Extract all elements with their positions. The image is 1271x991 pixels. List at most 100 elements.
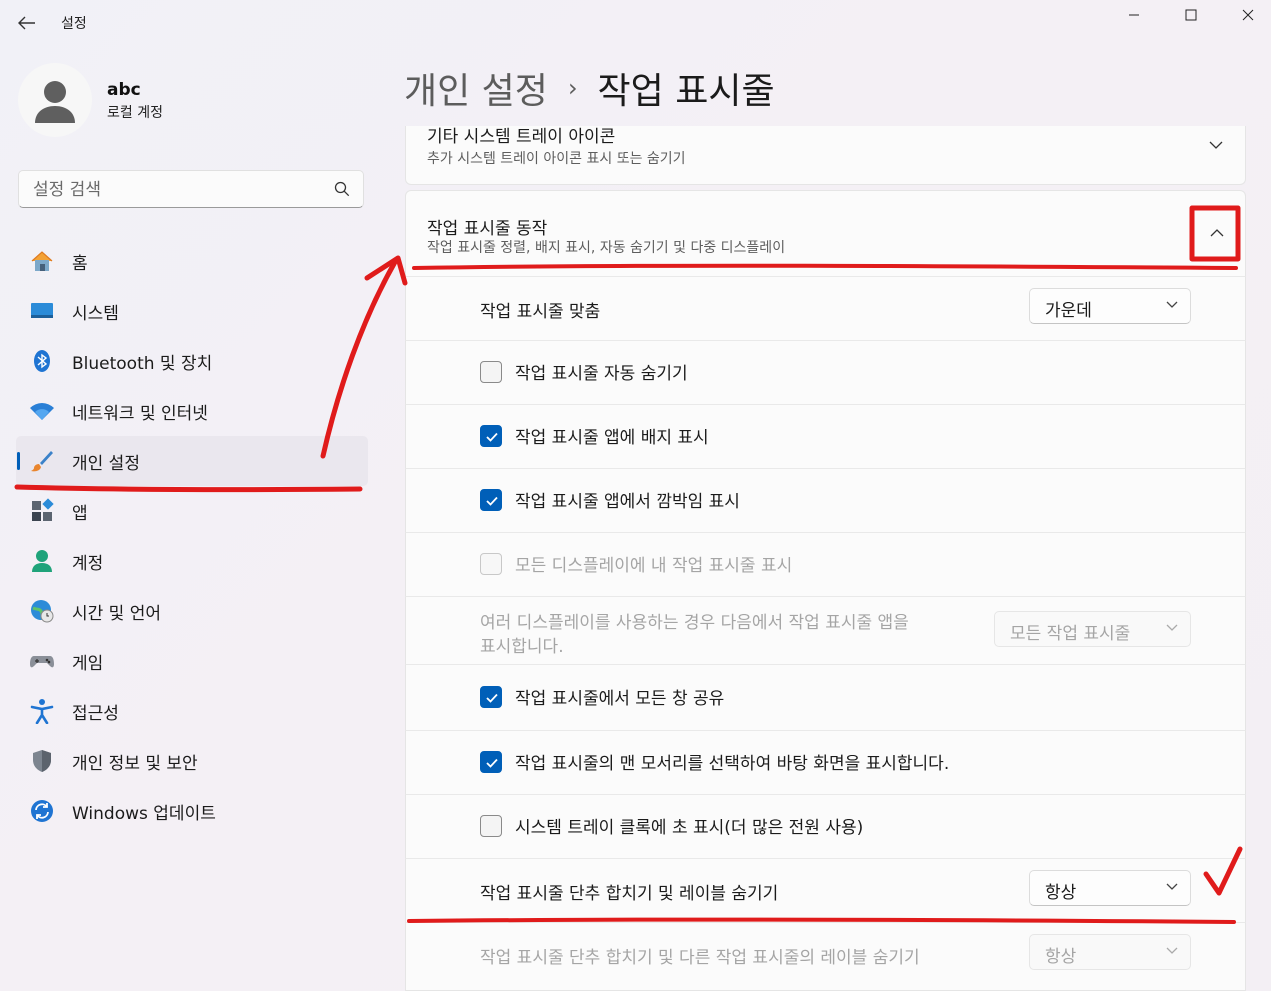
section-subtitle: 작업 표시줄 정렬, 배지 표시, 자동 숨기기 및 다중 디스플레이 [427, 240, 786, 256]
share-window-checkbox[interactable] [480, 686, 502, 708]
sidebar-item-apps[interactable]: 앱 [16, 486, 368, 536]
sidebar-item-label: 계정 [72, 553, 104, 574]
combine-buttons-label: 작업 표시줄 단추 합치기 및 레이블 숨기기 [480, 884, 779, 904]
shield-icon [28, 747, 56, 775]
dropdown-value: 항상 [1045, 883, 1077, 903]
collapse-button[interactable] [1199, 215, 1235, 251]
search-box[interactable] [18, 170, 364, 208]
arrow-left-icon [18, 16, 35, 30]
bluetooth-icon [28, 347, 56, 375]
annotation-arrowhead [364, 255, 408, 286]
alignment-row: 작업 표시줄 맞춤 가운데 [405, 276, 1246, 340]
taskbar-behaviors-section[interactable]: 작업 표시줄 동작 작업 표시줄 정렬, 배지 표시, 자동 숨기기 및 다중 … [405, 190, 1246, 277]
paintbrush-icon [28, 447, 56, 475]
close-button[interactable] [1225, 0, 1271, 30]
breadcrumb: 개인 설정 › 작업 표시줄 [404, 62, 775, 114]
combine-buttons-dropdown[interactable]: 항상 [1029, 870, 1191, 906]
user-name: abc [107, 80, 141, 100]
multi-display-label-line2: 표시합니다. [480, 637, 564, 657]
maximize-button[interactable] [1168, 0, 1214, 30]
dropdown-value: 모든 작업 표시줄 [1010, 624, 1131, 644]
sidebar-item-label: 개인 정보 및 보안 [72, 753, 198, 774]
section-title: 기타 시스템 트레이 아이콘 [427, 127, 616, 147]
chevron-down-icon [1166, 624, 1178, 631]
seconds-clock-row[interactable]: 시스템 트레이 클록에 초 표시(더 많은 전원 사용) [405, 794, 1246, 858]
sidebar-item-gaming[interactable]: 게임 [16, 636, 368, 686]
checkbox-label: 작업 표시줄의 맨 모서리를 선택하여 바탕 화면을 표시합니다. [515, 754, 950, 774]
sidebar-item-system[interactable]: 시스템 [16, 286, 368, 336]
minimize-icon [1129, 14, 1139, 16]
page-title: 작업 표시줄 [597, 71, 775, 112]
sidebar-item-network[interactable]: 네트워크 및 인터넷 [16, 386, 368, 436]
flashing-row[interactable]: 작업 표시줄 앱에서 깜박임 표시 [405, 468, 1246, 532]
checkmark-icon [486, 496, 498, 506]
search-icon[interactable] [333, 180, 351, 198]
person-avatar-icon [35, 81, 75, 123]
sidebar-item-label: 게임 [72, 653, 104, 674]
sidebar-item-label: 접근성 [72, 703, 119, 724]
sidebar-item-label: 홈 [72, 253, 88, 274]
sidebar-item-bluetooth[interactable]: Bluetooth 및 장치 [16, 336, 368, 386]
gamepad-icon [28, 647, 56, 675]
accessibility-icon [28, 697, 56, 725]
sidebar-item-label: 개인 설정 [72, 453, 140, 474]
multi-display-label-line1: 여러 디스플레이를 사용하는 경우 다음에서 작업 표시줄 앱을 [480, 613, 909, 633]
minimize-button[interactable] [1111, 0, 1157, 30]
sidebar-item-accounts[interactable]: 계정 [16, 536, 368, 586]
auto-hide-checkbox[interactable] [480, 361, 502, 383]
checkmark-icon [486, 758, 498, 768]
section-title: 작업 표시줄 동작 [427, 219, 548, 239]
sidebar-item-windows-update[interactable]: Windows 업데이트 [16, 786, 368, 836]
checkmark-icon [486, 693, 498, 703]
all-displays-checkbox [480, 553, 502, 575]
combine-buttons-row: 작업 표시줄 단추 합치기 및 레이블 숨기기 항상 [405, 858, 1246, 922]
combine-other-label: 작업 표시줄 단추 합치기 및 다른 작업 표시줄의 레이블 숨기기 [480, 948, 920, 968]
sidebar-item-label: Bluetooth 및 장치 [72, 353, 213, 374]
flashing-checkbox[interactable] [480, 489, 502, 511]
sidebar-item-privacy[interactable]: 개인 정보 및 보안 [16, 736, 368, 786]
avatar[interactable] [18, 63, 92, 137]
search-input[interactable] [31, 177, 335, 203]
share-window-row[interactable]: 작업 표시줄에서 모든 창 공유 [405, 664, 1246, 730]
apps-icon [28, 497, 56, 525]
sidebar-item-label: 시스템 [72, 303, 119, 324]
sidebar-item-personalization[interactable]: 개인 설정 [16, 436, 368, 486]
globe-clock-icon [28, 597, 56, 625]
sidebar-item-accessibility[interactable]: 접근성 [16, 686, 368, 736]
window-title: 설정 [61, 16, 87, 32]
dropdown-value: 가운데 [1045, 301, 1092, 321]
maximize-icon [1185, 9, 1197, 21]
dropdown-value: 항상 [1045, 947, 1077, 967]
back-button[interactable] [14, 10, 40, 36]
chevron-down-icon [1166, 883, 1178, 890]
section-subtitle: 추가 시스템 트레이 아이콘 표시 또는 숨기기 [427, 151, 686, 167]
checkmark-icon [486, 432, 498, 442]
checkbox-label: 작업 표시줄 앱에 배지 표시 [515, 428, 709, 448]
sidebar-item-label: 앱 [72, 503, 88, 524]
badges-checkbox[interactable] [480, 425, 502, 447]
checkbox-label: 시스템 트레이 클록에 초 표시(더 많은 전원 사용) [515, 818, 864, 838]
close-icon [1242, 9, 1254, 21]
person-icon [28, 547, 56, 575]
combine-other-row: 작업 표시줄 단추 합치기 및 다른 작업 표시줄의 레이블 숨기기 항상 [405, 922, 1246, 991]
home-icon [28, 247, 56, 275]
alignment-dropdown[interactable]: 가운데 [1029, 288, 1191, 324]
auto-hide-row[interactable]: 작업 표시줄 자동 숨기기 [405, 340, 1246, 404]
expand-button[interactable] [1198, 127, 1234, 163]
chevron-down-icon [1209, 141, 1223, 149]
tray-icons-section[interactable]: 기타 시스템 트레이 아이콘 추가 시스템 트레이 아이콘 표시 또는 숨기기 [405, 126, 1246, 185]
far-corner-row[interactable]: 작업 표시줄의 맨 모서리를 선택하여 바탕 화면을 표시합니다. [405, 730, 1246, 794]
seconds-clock-checkbox[interactable] [480, 815, 502, 837]
sidebar-item-time-language[interactable]: 시간 및 언어 [16, 586, 368, 636]
sidebar-item-home[interactable]: 홈 [16, 236, 368, 286]
sidebar-nav: 홈 시스템 Bluetooth 및 장치 네트워크 및 인터넷 개인 설정 앱 … [16, 236, 368, 836]
breadcrumb-parent[interactable]: 개인 설정 [404, 62, 548, 114]
sidebar-item-label: 시간 및 언어 [72, 603, 162, 624]
far-corner-checkbox[interactable] [480, 751, 502, 773]
multi-display-dropdown: 모든 작업 표시줄 [994, 611, 1191, 647]
badges-row[interactable]: 작업 표시줄 앱에 배지 표시 [405, 404, 1246, 468]
checkbox-label: 모든 디스플레이에 내 작업 표시줄 표시 [515, 556, 793, 576]
update-icon [28, 797, 56, 825]
all-displays-row: 모든 디스플레이에 내 작업 표시줄 표시 [405, 532, 1246, 596]
multi-display-row: 여러 디스플레이를 사용하는 경우 다음에서 작업 표시줄 앱을 표시합니다. … [405, 596, 1246, 664]
